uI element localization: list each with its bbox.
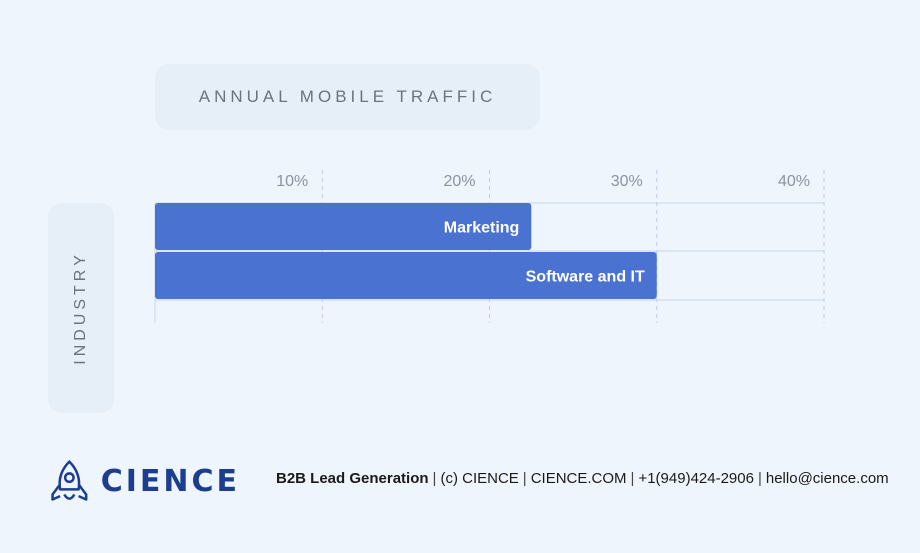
- x-tick-label: 20%: [443, 173, 475, 190]
- brand-name: CIENCE: [100, 463, 240, 499]
- bar-chart: 10% 20% 30% 40% Marketing Software and IT: [154, 170, 825, 323]
- contact-line: B2B Lead Generation | (c) CIENCE | CIENCE.CO…: [276, 470, 889, 487]
- website-link[interactable]: CIENCE.COM: [531, 470, 627, 487]
- footer: CIENCE B2B Lead Generation | (c) CIENCE | CI…: [0, 450, 920, 510]
- bar-label: Marketing: [444, 220, 520, 237]
- email-link[interactable]: hello@cience.com: [766, 470, 889, 487]
- tagline: B2B Lead Generation: [276, 470, 429, 487]
- copyright: (c) CIENCE: [440, 470, 519, 487]
- bar-label: Software and IT: [526, 269, 645, 286]
- rocket-icon: [51, 460, 88, 501]
- x-tick-label: 30%: [611, 173, 643, 190]
- cience-logo[interactable]: CIENCE: [50, 454, 240, 508]
- phone-number[interactable]: +1(949)424-2906: [638, 470, 754, 487]
- x-tick-label: 10%: [276, 173, 308, 190]
- x-tick-label: 40%: [778, 173, 810, 190]
